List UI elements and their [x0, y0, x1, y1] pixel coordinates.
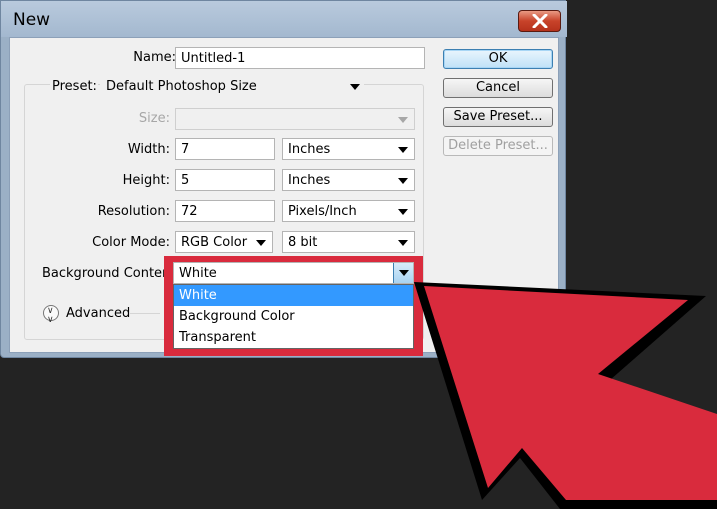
big-red-arrow-icon [414, 282, 717, 509]
